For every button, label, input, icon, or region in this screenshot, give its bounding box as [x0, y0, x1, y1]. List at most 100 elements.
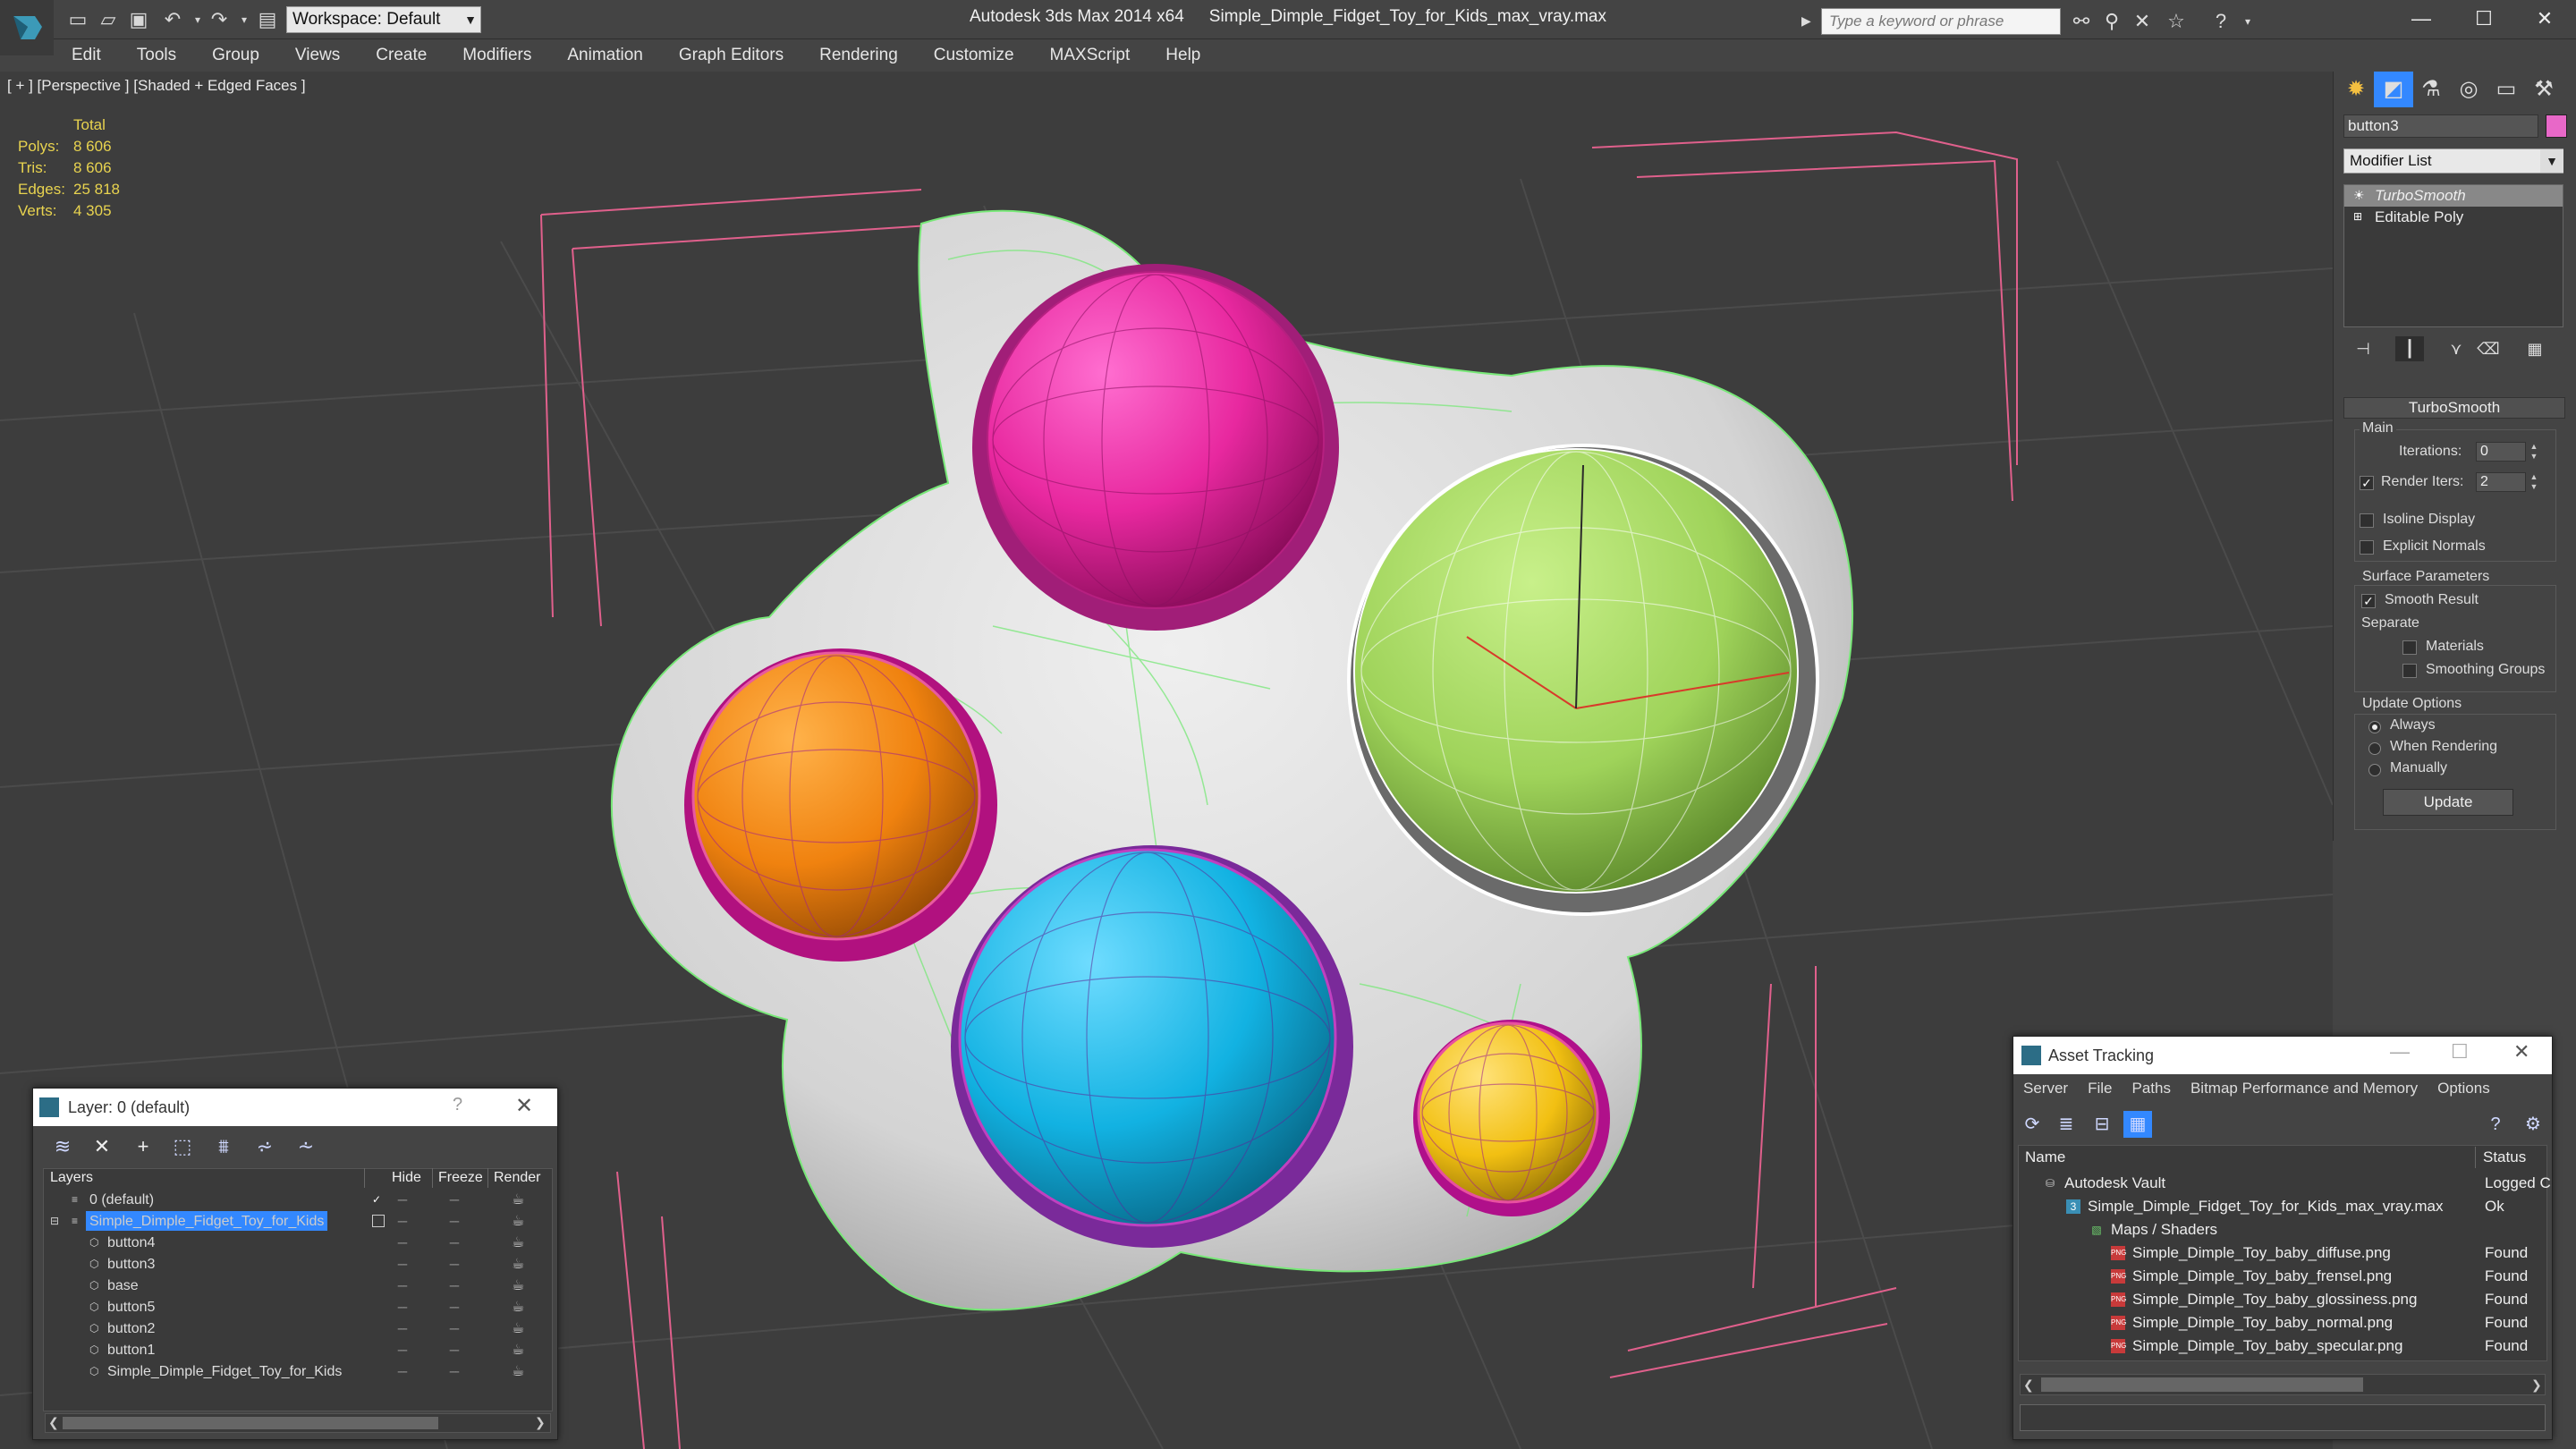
freeze-toggle[interactable]: --- [449, 1233, 460, 1254]
current-layer-check-icon[interactable]: ✓ [372, 1193, 385, 1206]
layer-row[interactable]: ≡ 0 (default) ✓ --- --- ☕ [45, 1190, 551, 1211]
scroll-right-icon[interactable]: ❯ [2531, 1377, 2542, 1393]
menu-views[interactable]: Views [277, 39, 358, 72]
asset-menu-bitmap-performance[interactable]: Bitmap Performance and Memory [2181, 1080, 2428, 1097]
stack-item-editable-poly[interactable]: ⊞ Editable Poly [2344, 207, 2563, 228]
freeze-toggle[interactable]: --- [449, 1275, 460, 1297]
binoculars-icon[interactable]: ⚯ [2068, 9, 2095, 34]
hide-toggle[interactable]: --- [397, 1361, 408, 1383]
turbosmooth-rollout-header[interactable]: TurboSmooth [2343, 397, 2565, 419]
column-name[interactable]: Name [2020, 1147, 2476, 1168]
render-iters-spinner-arrows[interactable]: ▲ ▼ [2528, 472, 2540, 492]
object-name[interactable]: button5 [104, 1297, 158, 1317]
layer-row-selected[interactable]: ⊟ ≡ Simple_Dimple_Fidget_Toy_for_Kids --… [45, 1211, 551, 1233]
chevron-down-icon[interactable]: ▼ [2540, 149, 2563, 173]
menu-edit[interactable]: Edit [54, 39, 119, 72]
object-name[interactable]: button2 [104, 1318, 158, 1338]
asset-row[interactable]: ▧ Maps / Shaders [2020, 1218, 2546, 1241]
object-color-swatch[interactable] [2546, 114, 2567, 138]
hide-toggle[interactable]: --- [397, 1254, 408, 1275]
create-layer-icon[interactable]: ≋ [47, 1132, 79, 1161]
asset-scrollbar-thumb[interactable] [2041, 1377, 2363, 1392]
refresh-icon[interactable]: ⟳ [2018, 1111, 2046, 1138]
orange-button[interactable] [691, 651, 981, 941]
asset-menu-server[interactable]: Server [2013, 1080, 2078, 1097]
workspace-dropdown[interactable]: Workspace: Default [286, 6, 481, 33]
layer-object-row[interactable]: ⬡ button2 --- --- ☕ [45, 1318, 551, 1340]
freeze-toggle[interactable]: --- [449, 1340, 460, 1361]
asset-row[interactable]: ⛁ Autodesk Vault Logged C [2020, 1172, 2551, 1195]
asset-help-icon[interactable]: ? [2481, 1111, 2510, 1138]
column-hide[interactable]: Hide [386, 1168, 433, 1188]
minimize-button[interactable]: — [2390, 0, 2453, 39]
project-folder-icon[interactable]: ▤ [254, 7, 281, 32]
render-teapot-icon[interactable]: ☕ [512, 1254, 524, 1275]
freeze-toggle[interactable]: --- [449, 1361, 460, 1383]
menu-graph-editors[interactable]: Graph Editors [661, 39, 801, 72]
layer-name[interactable]: 0 (default) [86, 1190, 157, 1209]
hide-toggle[interactable]: --- [397, 1275, 408, 1297]
scroll-left-icon[interactable]: ❮ [48, 1415, 59, 1430]
layer-object-row[interactable]: ⬡ base --- --- ☕ [45, 1275, 551, 1297]
open-file-icon[interactable]: ▱ [95, 7, 122, 32]
iterations-spinner-arrows[interactable]: ▲ ▼ [2528, 442, 2540, 462]
utilities-tab-icon[interactable]: ⚒ [2524, 72, 2563, 107]
freeze-toggle[interactable]: --- [449, 1318, 460, 1340]
layer-object-row[interactable]: ⬡ Simple_Dimple_Fidget_Toy_for_Kids --- … [45, 1361, 551, 1383]
render-teapot-icon[interactable]: ☕ [512, 1361, 524, 1383]
create-tab-icon[interactable]: ✹ [2336, 72, 2376, 107]
hide-toggle[interactable]: --- [397, 1297, 408, 1318]
help-dropdown-icon[interactable]: ▾ [2234, 9, 2261, 34]
menu-modifiers[interactable]: Modifiers [445, 39, 549, 72]
render-teapot-icon[interactable]: ☕ [512, 1275, 524, 1297]
asset-close-button[interactable]: ✕ [2513, 1040, 2529, 1063]
layer-object-row[interactable]: ⬡ button3 --- --- ☕ [45, 1254, 551, 1275]
object-name[interactable]: button4 [104, 1233, 158, 1252]
hierarchy-tab-icon[interactable]: ⚗ [2411, 72, 2451, 107]
object-name[interactable]: button1 [104, 1340, 158, 1360]
asset-settings-icon[interactable]: ⚙ [2519, 1111, 2547, 1138]
modify-tab-icon[interactable]: ◩ [2374, 72, 2413, 107]
render-teapot-icon[interactable]: ☕ [512, 1211, 524, 1233]
update-button[interactable]: Update [2383, 789, 2513, 816]
configure-sets-icon[interactable]: ▦ [2521, 336, 2549, 361]
motion-tab-icon[interactable]: ◎ [2449, 72, 2488, 107]
menu-maxscript[interactable]: MAXScript [1032, 39, 1148, 72]
hide-toggle[interactable]: --- [397, 1211, 408, 1233]
subscription-icon[interactable]: ⚲ [2098, 9, 2125, 34]
scroll-left-icon[interactable]: ❮ [2023, 1377, 2034, 1393]
layer-close-button[interactable]: ✕ [515, 1093, 533, 1119]
when-rendering-radio[interactable] [2368, 742, 2381, 755]
menu-tools[interactable]: Tools [119, 39, 194, 72]
list-view-icon[interactable]: ≣ [2052, 1111, 2080, 1138]
render-teapot-icon[interactable]: ☕ [512, 1340, 524, 1361]
hide-toggle[interactable]: --- [397, 1190, 408, 1211]
tree-view-icon[interactable]: ⊟ [2088, 1111, 2116, 1138]
asset-menu-paths[interactable]: Paths [2122, 1080, 2180, 1097]
column-status[interactable]: Status [2478, 1147, 2546, 1168]
collapse-icon[interactable]: ⊟ [50, 1215, 63, 1227]
modifier-stack[interactable]: ☀ TurboSmooth ⊞ Editable Poly [2343, 184, 2563, 327]
modifier-list-dropdown[interactable]: Modifier List [2343, 148, 2563, 174]
layer-scrollbar-thumb[interactable] [63, 1417, 438, 1429]
materials-checkbox[interactable] [2402, 640, 2417, 655]
new-file-icon[interactable]: ▭ [64, 7, 91, 32]
lightbulb-icon[interactable]: ☀ [2353, 188, 2366, 202]
pin-stack-icon[interactable]: ⊣ [2349, 336, 2377, 361]
add-to-layer-icon[interactable]: + [127, 1132, 159, 1161]
object-name[interactable]: base [104, 1275, 142, 1295]
column-freeze[interactable]: Freeze [433, 1168, 488, 1188]
isoline-display-checkbox[interactable] [2360, 513, 2374, 528]
hide-toggle[interactable]: --- [397, 1340, 408, 1361]
render-teapot-icon[interactable]: ☕ [512, 1190, 524, 1211]
column-layers[interactable]: Layers [45, 1168, 365, 1188]
freeze-toggle[interactable]: --- [449, 1297, 460, 1318]
object-name[interactable]: button3 [104, 1254, 158, 1274]
remove-modifier-icon[interactable]: ⌫ [2474, 336, 2503, 361]
asset-menu-file[interactable]: File [2078, 1080, 2122, 1097]
menu-group[interactable]: Group [194, 39, 277, 72]
display-tab-icon[interactable]: ▭ [2487, 72, 2526, 107]
asset-row[interactable]: PNG Simple_Dimple_Toy_baby_glossiness.pn… [2020, 1288, 2546, 1311]
render-teapot-icon[interactable]: ☕ [512, 1318, 524, 1340]
viewport-label[interactable]: [ + ] [Perspective ] [Shaded + Edged Fac… [7, 77, 306, 95]
